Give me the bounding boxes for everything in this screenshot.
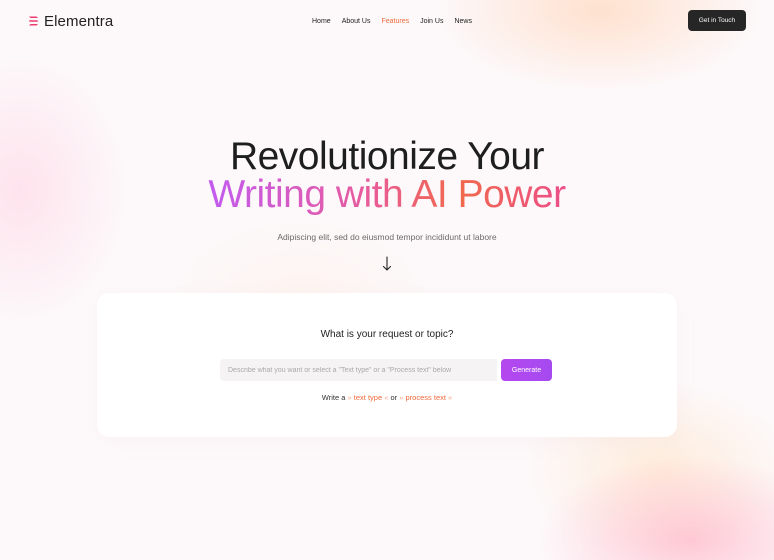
hero-heading: Revolutionize Your Writing with AI Power <box>0 137 774 215</box>
write-prefix: Write a <box>321 393 346 402</box>
request-input[interactable] <box>220 359 497 381</box>
text-type-link[interactable]: » text type « <box>348 393 389 402</box>
arrow-down-icon[interactable] <box>382 256 392 272</box>
menu-item-join-us[interactable]: Join Us <box>420 18 443 25</box>
main-menu: Home About Us Features Join Us News <box>312 10 472 32</box>
text-type-label: text type <box>353 393 383 402</box>
elementra-logo-icon <box>29 16 38 26</box>
write-options: Write a » text type « or » process text … <box>97 393 677 402</box>
menu-item-features[interactable]: Features <box>381 18 409 25</box>
process-text-label: process text <box>405 393 446 402</box>
page-background <box>0 0 774 560</box>
get-in-touch-button[interactable]: Get in Touch <box>688 10 746 31</box>
request-card: What is your request or topic? Generate … <box>97 293 677 437</box>
request-title: What is your request or topic? <box>320 329 454 340</box>
hero-subtitle: Adipiscing elit, sed do eiusmod tempor i… <box>277 232 497 242</box>
top-navigation: Elementra Home About Us Features Join Us… <box>0 10 774 32</box>
request-input-row: Generate <box>220 359 552 381</box>
or-text: or <box>390 393 398 402</box>
hero-title-line-1: Revolutionize Your <box>229 135 545 178</box>
hero-title-line-2: Writing with AI Power <box>208 173 566 216</box>
brand-name: Elementra <box>44 12 114 30</box>
generate-button[interactable]: Generate <box>501 359 552 381</box>
menu-item-home[interactable]: Home <box>312 18 331 25</box>
brand-logo[interactable]: Elementra <box>28 10 113 32</box>
menu-item-news[interactable]: News <box>454 18 472 25</box>
process-text-link[interactable]: » process text « <box>399 393 452 402</box>
menu-item-about-us[interactable]: About Us <box>342 18 371 25</box>
